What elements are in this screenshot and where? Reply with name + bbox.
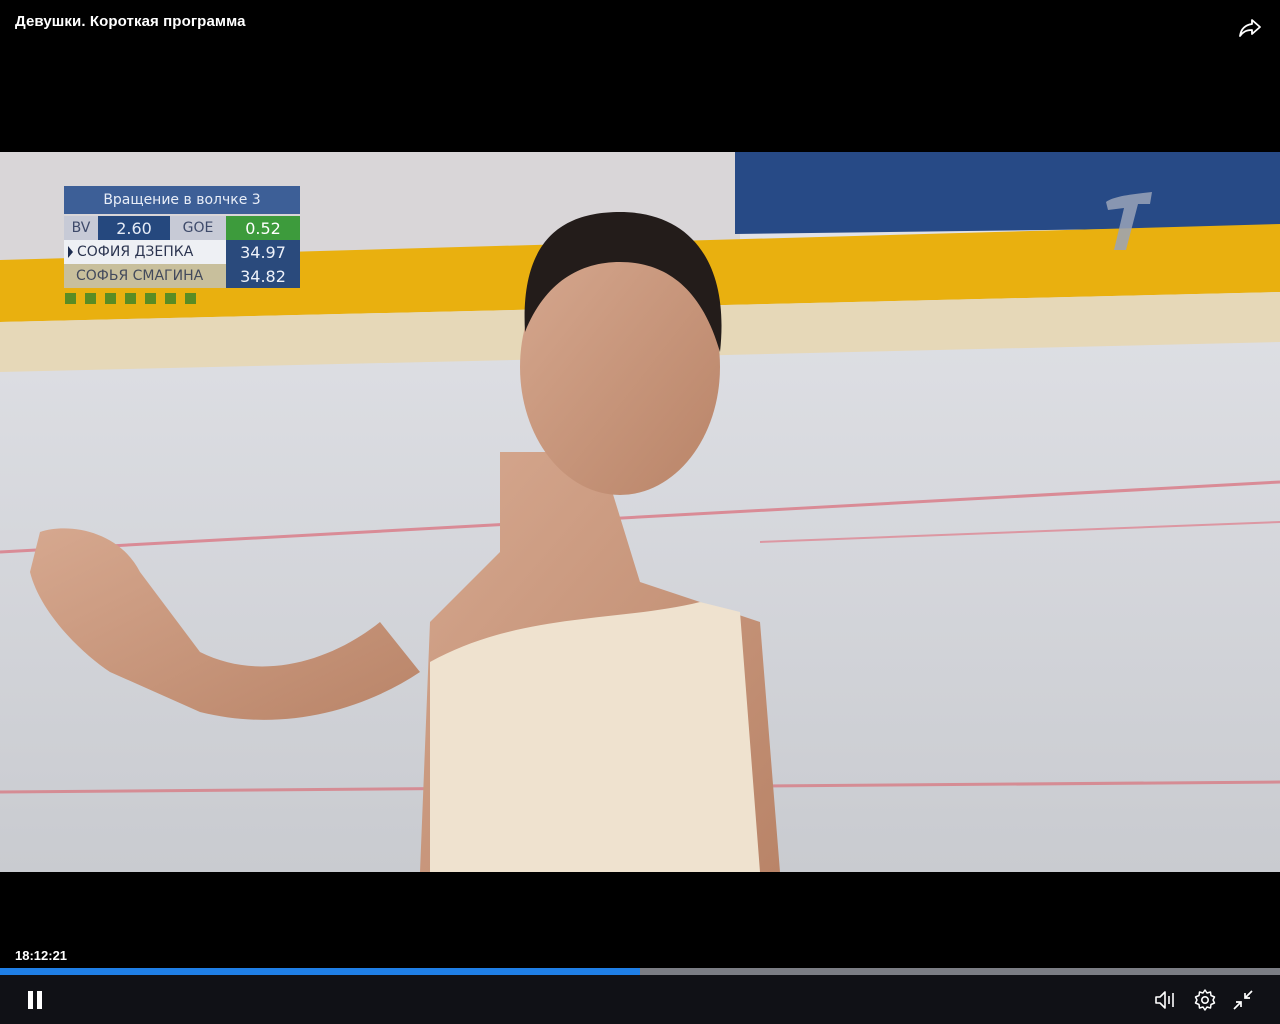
bv-value: 2.60 bbox=[98, 216, 170, 240]
current-skater-marker-icon bbox=[68, 246, 73, 258]
element-progress-dots bbox=[64, 293, 300, 304]
skater-score: 34.97 bbox=[226, 240, 300, 264]
score-overlay: Вращение в волчке 3 BV 2.60 GOE 0.52 СОФ… bbox=[64, 186, 300, 304]
share-icon bbox=[1239, 19, 1261, 37]
settings-button[interactable] bbox=[1192, 987, 1218, 1013]
leader-row-top: СОФЬЯ СМАГИНА 34.82 bbox=[64, 264, 300, 288]
element-dot bbox=[105, 293, 116, 304]
skater-name-text: СОФИЯ ДЗЕПКА bbox=[77, 244, 194, 260]
element-name: Вращение в волчке 3 bbox=[64, 186, 300, 214]
skater-name: СОФИЯ ДЗЕПКА bbox=[64, 240, 226, 264]
video-title: Девушки. Короткая программа bbox=[15, 13, 246, 30]
share-button[interactable] bbox=[1236, 14, 1264, 42]
element-dot bbox=[185, 293, 196, 304]
element-dot bbox=[65, 293, 76, 304]
element-dot bbox=[145, 293, 156, 304]
element-dot bbox=[125, 293, 136, 304]
player-controls bbox=[0, 975, 1280, 1024]
channel-one-logo bbox=[1106, 192, 1152, 250]
leader-name: СОФЬЯ СМАГИНА bbox=[64, 264, 226, 288]
goe-label: GOE bbox=[170, 216, 226, 240]
volume-button[interactable] bbox=[1152, 987, 1178, 1013]
pause-button[interactable] bbox=[22, 987, 48, 1013]
element-dot bbox=[85, 293, 96, 304]
video-frame[interactable]: Вращение в волчке 3 BV 2.60 GOE 0.52 СОФ… bbox=[0, 152, 1280, 872]
element-scores-row: BV 2.60 GOE 0.52 bbox=[64, 216, 300, 240]
leader-score: 34.82 bbox=[226, 264, 300, 288]
volume-icon bbox=[1155, 991, 1174, 1009]
element-dot bbox=[165, 293, 176, 304]
leader-row-current: СОФИЯ ДЗЕПКА 34.97 bbox=[64, 240, 300, 264]
collapse-icon bbox=[1233, 990, 1253, 1010]
seek-bar-progress bbox=[0, 968, 640, 975]
seek-bar[interactable] bbox=[0, 968, 1280, 975]
current-time: 18:12:21 bbox=[15, 948, 68, 963]
gear-icon bbox=[1194, 989, 1216, 1011]
exit-fullscreen-button[interactable] bbox=[1230, 987, 1256, 1013]
bv-label: BV bbox=[64, 216, 98, 240]
goe-value: 0.52 bbox=[226, 216, 300, 240]
pause-icon bbox=[28, 991, 42, 1009]
